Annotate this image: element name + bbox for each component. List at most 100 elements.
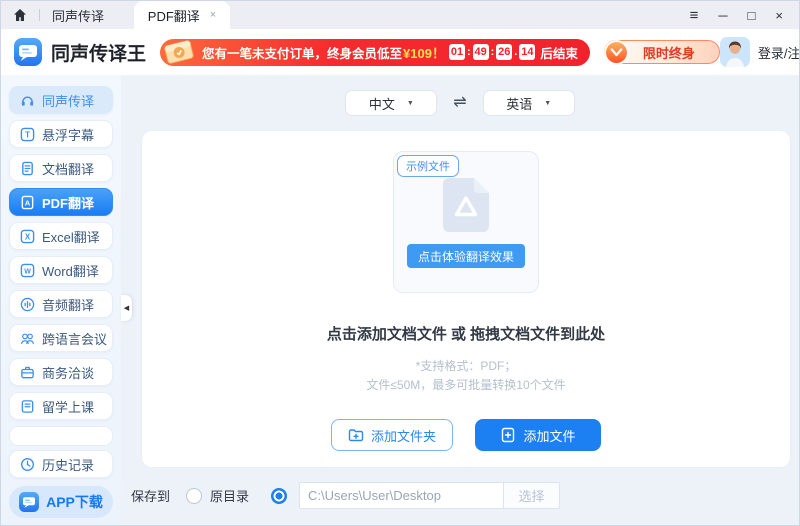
gift-icon bbox=[160, 35, 198, 69]
app-logo-mini-icon bbox=[19, 492, 39, 512]
try-translation-button[interactable]: 点击体验翻译效果 bbox=[407, 244, 525, 268]
sidebar-item-label: PDF翻译 bbox=[42, 193, 94, 212]
sidebar-item-document-translate[interactable]: 文档翻译 bbox=[9, 154, 113, 182]
save-to-label: 保存到 bbox=[131, 486, 170, 505]
maximize-icon[interactable]: □ bbox=[748, 9, 756, 22]
avatar[interactable] bbox=[720, 37, 750, 67]
file-plus-icon bbox=[500, 427, 516, 443]
pdf-icon: A bbox=[20, 195, 35, 210]
target-language-value: 英语 bbox=[506, 94, 532, 113]
main-content: 中文 ▼ ⇌ 英语 ▼ 示例文件 点击体验翻译效果 bbox=[121, 75, 799, 525]
briefcase-icon bbox=[20, 365, 35, 380]
home-icon bbox=[13, 8, 27, 22]
sidebar-item-word-translate[interactable]: W Word翻译 bbox=[9, 256, 113, 284]
sidebar-item-crosslang-meeting[interactable]: 跨语言会议 bbox=[9, 324, 113, 352]
sidebar-item-history[interactable]: 历史记录 bbox=[9, 450, 113, 478]
login-register-link[interactable]: 登录/注册 bbox=[758, 43, 800, 62]
sidebar-item-study-abroad[interactable]: 留学上课 bbox=[9, 392, 113, 420]
user-area: 登录/注册 bbox=[720, 37, 800, 67]
chevron-down-icon: ▼ bbox=[544, 100, 551, 107]
choose-path-button[interactable]: 选择 bbox=[504, 482, 560, 509]
sidebar-item-label: 留学上课 bbox=[42, 397, 94, 416]
sidebar-item-label: 悬浮字幕 bbox=[42, 125, 94, 144]
vip-badge-icon bbox=[603, 39, 630, 66]
minimize-icon[interactable]: ─ bbox=[718, 9, 727, 22]
sidebar-item-audio-translate[interactable]: 音频翻译 bbox=[9, 290, 113, 318]
svg-text:T: T bbox=[25, 130, 30, 139]
target-language-select[interactable]: 英语 ▼ bbox=[483, 90, 575, 116]
radio-original-directory[interactable] bbox=[186, 488, 202, 504]
radio-original-directory-label: 原目录 bbox=[210, 486, 249, 505]
sidebar-item-label: 历史记录 bbox=[42, 455, 94, 474]
countdown-seconds: 26 bbox=[496, 44, 512, 60]
promo-banner[interactable]: 您有一笔未支付订单，终身会员低至 ¥109！ 01 : 49 : 26 . 14… bbox=[160, 39, 590, 66]
sidebar-item-simultaneous-interpret[interactable]: 同声传译 bbox=[9, 86, 113, 114]
app-download-label: APP下载 bbox=[46, 492, 103, 512]
sidebar-item-floating-subtitle[interactable]: T 悬浮字幕 bbox=[9, 120, 113, 148]
svg-text:X: X bbox=[25, 232, 31, 241]
word-icon: W bbox=[20, 263, 35, 278]
add-buttons-row: 添加文件夹 添加文件 bbox=[331, 419, 601, 451]
radio-custom-directory[interactable] bbox=[271, 488, 287, 504]
countdown-hours: 01 bbox=[449, 44, 465, 60]
svg-text:A: A bbox=[25, 198, 31, 207]
dropzone-headline: 点击添加文档文件 或 拖拽文档文件到此处 bbox=[327, 323, 605, 344]
sidebar-item-label: 跨语言会议 bbox=[42, 329, 107, 348]
window-controls: ≡ ─ □ × bbox=[690, 8, 799, 23]
svg-text:W: W bbox=[24, 268, 31, 275]
file-drop-zone[interactable]: 示例文件 点击体验翻译效果 点击添加文档文件 或 拖拽文档文件到此处 *支持格式… bbox=[141, 130, 791, 468]
meeting-icon bbox=[20, 331, 35, 346]
tab-pdf-translate[interactable]: PDF翻译 × bbox=[134, 1, 230, 29]
banner-suffix: 后结束 bbox=[540, 43, 578, 62]
source-language-value: 中文 bbox=[369, 94, 395, 113]
countdown-separator: . bbox=[514, 46, 517, 58]
app-title: 同声传译王 bbox=[51, 39, 146, 66]
countdown-separator: : bbox=[491, 46, 495, 58]
banner-price: ¥109！ bbox=[403, 43, 445, 62]
lifetime-promo-button[interactable]: 限时终身 bbox=[604, 40, 720, 64]
home-button[interactable] bbox=[13, 8, 27, 22]
chevron-down-icon: ▼ bbox=[407, 100, 414, 107]
tab-pdf-label: PDF翻译 bbox=[148, 6, 200, 25]
app-logo-icon bbox=[13, 37, 43, 67]
sidebar-collapse-handle[interactable]: ◀ bbox=[121, 295, 132, 321]
countdown-minutes: 49 bbox=[473, 44, 489, 60]
app-window: 同声传译 PDF翻译 × ≡ ─ □ × 同声传译王 bbox=[0, 0, 800, 526]
swap-languages-icon[interactable]: ⇌ bbox=[453, 95, 466, 111]
sidebar-item-excel-translate[interactable]: X Excel翻译 bbox=[9, 222, 113, 250]
sample-file-card[interactable]: 示例文件 点击体验翻译效果 bbox=[393, 151, 539, 293]
countdown-centiseconds: 14 bbox=[519, 44, 535, 60]
sidebar-item-label: 同声传译 bbox=[42, 91, 94, 110]
sidebar-item-business-talk[interactable]: 商务洽谈 bbox=[9, 358, 113, 386]
headset-icon bbox=[20, 93, 35, 108]
sample-file-tag: 示例文件 bbox=[397, 155, 459, 177]
add-folder-label: 添加文件夹 bbox=[371, 426, 436, 445]
source-language-select[interactable]: 中文 ▼ bbox=[345, 90, 437, 116]
banner-text: 您有一笔未支付订单，终身会员低至 bbox=[202, 43, 402, 62]
hint-size: 文件≤50M，最多可批量转换10个文件 bbox=[366, 376, 565, 395]
tab-home[interactable]: 同声传译 bbox=[52, 6, 104, 25]
save-path-input[interactable] bbox=[299, 482, 504, 509]
sidebar-item-pdf-translate[interactable]: A PDF翻译 bbox=[9, 188, 113, 216]
close-icon[interactable]: × bbox=[775, 9, 783, 22]
sidebar: 同声传译 T 悬浮字幕 文档翻译 A PDF翻译 bbox=[1, 75, 121, 525]
pdf-file-icon bbox=[443, 178, 489, 232]
book-icon bbox=[20, 399, 35, 414]
collapse-icon: ◀ bbox=[124, 304, 129, 312]
add-files-button[interactable]: 添加文件 bbox=[475, 419, 601, 451]
add-folder-button[interactable]: 添加文件夹 bbox=[331, 419, 453, 451]
tab-close-icon[interactable]: × bbox=[210, 9, 216, 21]
audio-icon bbox=[20, 297, 35, 312]
folder-plus-icon bbox=[348, 427, 364, 443]
sidebar-item-label: 文档翻译 bbox=[42, 159, 94, 178]
countdown-separator: : bbox=[467, 46, 471, 58]
hint-format: *支持格式：PDF； bbox=[366, 357, 565, 376]
sidebar-item-label: Excel翻译 bbox=[42, 227, 100, 246]
app-header: 同声传译王 您有一笔未支付订单，终身会员低至 ¥109！ 01 : 49 : 2… bbox=[1, 29, 799, 75]
save-bar: 保存到 原目录 选择 bbox=[131, 482, 560, 509]
lifetime-promo-label: 限时终身 bbox=[643, 43, 695, 62]
language-bar: 中文 ▼ ⇌ 英语 ▼ bbox=[121, 90, 799, 116]
menu-icon[interactable]: ≡ bbox=[690, 8, 699, 23]
app-download-button[interactable]: APP下载 bbox=[9, 486, 113, 518]
excel-icon: X bbox=[20, 229, 35, 244]
